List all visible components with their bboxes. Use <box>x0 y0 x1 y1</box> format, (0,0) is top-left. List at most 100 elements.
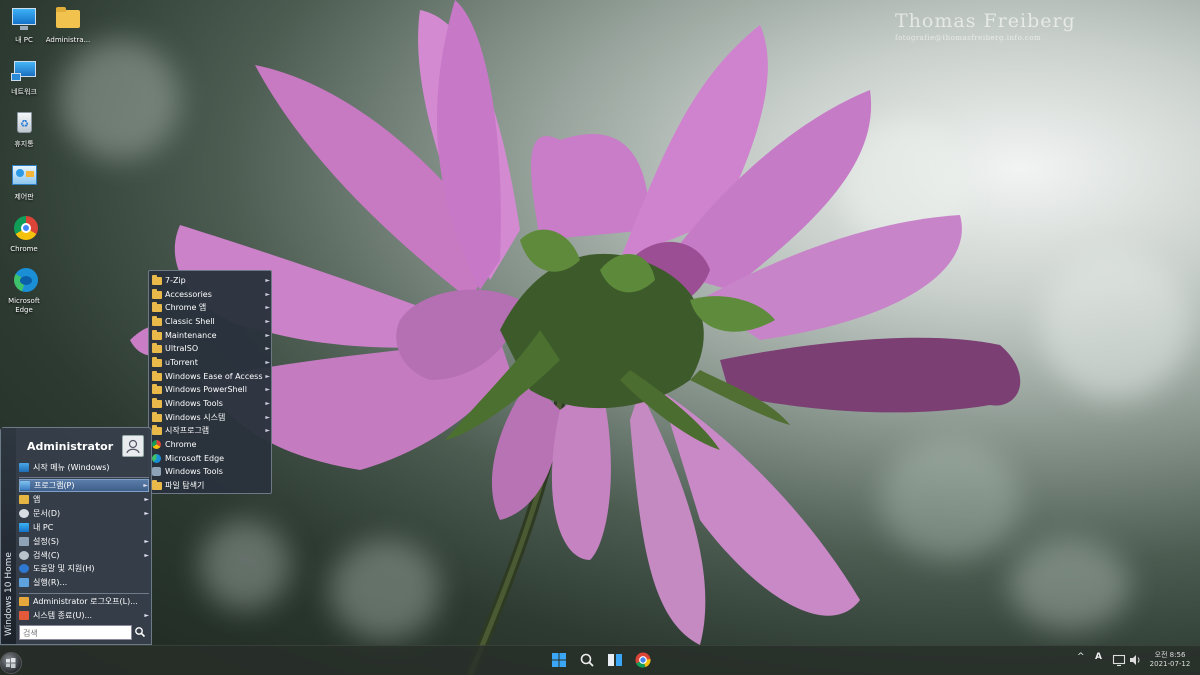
programs-folder-7zip[interactable]: 7-Zip ► <box>152 274 270 287</box>
folder-icon <box>152 397 162 408</box>
taskbar-clock[interactable]: 오전 8:56 2021-07-12 <box>1148 651 1192 669</box>
submenu-arrow-icon: ► <box>143 482 148 489</box>
programs-item-label: Chrome <box>165 440 197 449</box>
start-item-this-pc[interactable]: 내 PC <box>19 521 149 534</box>
tray-overflow-chevron-icon[interactable]: ^ <box>1077 652 1085 662</box>
search-icon[interactable] <box>134 626 146 638</box>
programs-folder-chrome-apps[interactable]: Chrome 앱 ► <box>152 301 270 314</box>
windows-start-icon[interactable] <box>550 651 568 669</box>
programs-app-chrome[interactable]: Chrome <box>152 438 270 451</box>
submenu-arrow-icon: ► <box>265 291 270 298</box>
start-item-label: 시스템 종료(U)... <box>33 611 93 620</box>
folder-icon <box>152 288 162 299</box>
start-item-programs[interactable]: 프로그램(P) ► <box>19 479 149 492</box>
watermark-site: fotografie@thomasfreiberg.info.com <box>895 34 1042 42</box>
programs-folder-utorrent[interactable]: uTorrent ► <box>152 356 270 369</box>
start-item-help[interactable]: 도움말 및 지원(H) <box>19 562 149 575</box>
taskbar <box>0 645 1200 675</box>
programs-item-label: Windows 시스템 <box>165 413 226 422</box>
start-item-documents[interactable]: 문서(D) ► <box>19 507 149 520</box>
start-item-windows-start-menu[interactable]: 시작 메뉴 (Windows) <box>19 461 149 474</box>
desktop-icon-network[interactable]: 네트워크 <box>0 58 48 97</box>
programs-app-windows-tools[interactable]: Windows Tools <box>152 465 270 478</box>
start-item-search[interactable]: 검색(C) ► <box>19 549 149 562</box>
programs-item-label: Chrome 앱 <box>165 303 207 312</box>
start-item-shutdown[interactable]: 시스템 종료(U)... ► <box>19 609 149 622</box>
monitor-icon <box>9 6 39 34</box>
windows-logo-icon <box>6 658 16 668</box>
desktop-icon-control-panel[interactable]: 제어판 <box>0 163 48 202</box>
programs-item-label: 시작프로그램 <box>165 426 210 435</box>
recycle-bin-icon: ♻ <box>9 110 39 138</box>
programs-folder-powershell[interactable]: Windows PowerShell ► <box>152 383 270 396</box>
start-item-logoff[interactable]: Administrator 로그오프(L)... <box>19 595 149 608</box>
start-item-label: 시작 메뉴 (Windows) <box>33 463 110 472</box>
programs-app-edge[interactable]: Microsoft Edge <box>152 452 270 465</box>
avatar[interactable] <box>122 435 144 457</box>
network-icon[interactable] <box>1112 653 1126 667</box>
start-search-input[interactable]: 검색 <box>19 625 132 640</box>
programs-folder-windows-tools[interactable]: Windows Tools ► <box>152 397 270 410</box>
ime-indicator[interactable]: A <box>1095 652 1102 662</box>
start-item-settings[interactable]: 설정(S) ► <box>19 535 149 548</box>
programs-folder-ease-of-access[interactable]: Windows Ease of Access ► <box>152 370 270 383</box>
help-icon <box>19 564 29 573</box>
volume-icon[interactable] <box>1128 653 1142 667</box>
submenu-arrow-icon: ► <box>144 496 149 503</box>
submenu-arrow-icon: ► <box>144 612 149 619</box>
start-item-apps[interactable]: 앱 ► <box>19 493 149 506</box>
submenu-arrow-icon: ► <box>265 427 270 434</box>
chrome-icon <box>152 440 161 449</box>
search-icon[interactable] <box>578 651 596 669</box>
programs-app-file-explorer[interactable]: 파일 탐색기 <box>152 479 270 492</box>
documents-icon <box>19 509 29 518</box>
chrome-icon[interactable] <box>634 651 652 669</box>
apps-icon <box>19 495 29 504</box>
folder-icon <box>152 370 162 381</box>
search-icon <box>19 551 29 560</box>
programs-folder-ultraiso[interactable]: UltraISO ► <box>152 342 270 355</box>
programs-folder-startup[interactable]: 시작프로그램 ► <box>152 424 270 437</box>
submenu-arrow-icon: ► <box>265 345 270 352</box>
submenu-arrow-icon: ► <box>144 538 149 545</box>
programs-folder-maintenance[interactable]: Maintenance ► <box>152 329 270 342</box>
desktop-icon-edge[interactable]: Microsoft Edge <box>0 267 48 315</box>
start-item-label: 도움말 및 지원(H) <box>33 564 95 573</box>
desktop-icon-administrator-folder[interactable]: Administra... <box>44 6 92 45</box>
programs-item-label: Classic Shell <box>165 317 215 326</box>
clock-date: 2021-07-12 <box>1149 660 1191 668</box>
programs-item-label: Accessories <box>165 290 212 299</box>
programs-folder-classic-shell[interactable]: Classic Shell ► <box>152 315 270 328</box>
programs-folder-windows-system[interactable]: Windows 시스템 ► <box>152 411 270 424</box>
programs-item-label: Windows Ease of Access <box>165 372 263 381</box>
submenu-arrow-icon: ► <box>144 510 149 517</box>
submenu-arrow-icon: ► <box>265 304 270 311</box>
start-menu: Windows 10 Home Administrator 시작 메뉴 (Win… <box>0 427 152 645</box>
start-menu-edition-banner: Windows 10 Home <box>1 428 16 644</box>
folder-icon <box>152 411 162 422</box>
submenu-arrow-icon: ► <box>265 277 270 284</box>
settings-icon <box>19 537 29 546</box>
programs-folder-accessories[interactable]: Accessories ► <box>152 288 270 301</box>
windows-tools-icon <box>152 467 161 476</box>
desktop-icon-recycle-bin[interactable]: ♻ 휴지통 <box>0 110 48 149</box>
control-panel-icon <box>9 163 39 191</box>
submenu-arrow-icon: ► <box>144 552 149 559</box>
chrome-icon <box>9 215 39 243</box>
submenu-arrow-icon: ► <box>265 332 270 339</box>
start-item-label: 내 PC <box>33 523 54 532</box>
programs-icon <box>20 481 30 490</box>
desktop-icon-this-pc[interactable]: 내 PC <box>0 6 48 45</box>
watermark-name: Thomas Freiberg <box>895 10 1076 32</box>
folder-icon <box>152 315 162 326</box>
task-view-icon[interactable] <box>606 651 624 669</box>
programs-item-label: Windows Tools <box>165 399 223 408</box>
desktop-icon-label: 제어판 <box>14 193 34 201</box>
submenu-arrow-icon: ► <box>265 400 270 407</box>
desktop-icon-chrome[interactable]: Chrome <box>0 215 48 254</box>
start-button[interactable] <box>0 652 22 674</box>
start-item-run[interactable]: 실행(R)... <box>19 576 149 589</box>
desktop-icon-label: 휴지통 <box>14 140 34 148</box>
desktop-icon-label: Microsoft Edge <box>8 297 40 314</box>
start-item-label: 앱 <box>33 495 41 504</box>
